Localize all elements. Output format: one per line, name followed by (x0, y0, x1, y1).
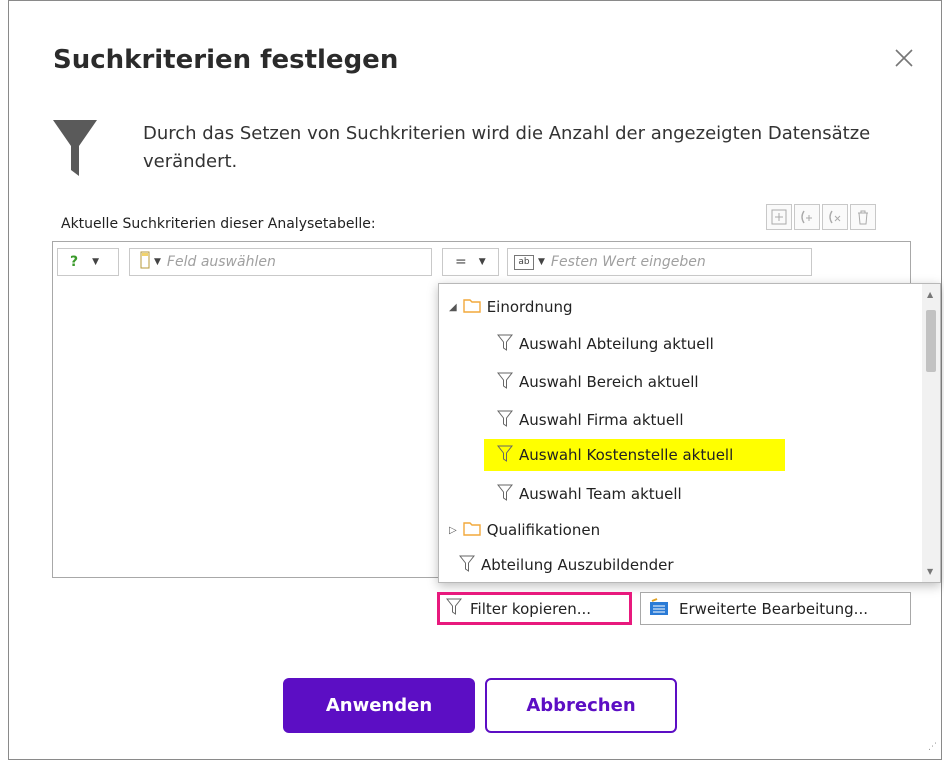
field-placeholder: Feld auswählen (166, 254, 276, 270)
funnel-icon (496, 334, 514, 355)
filter-copy-label: Filter kopieren... (470, 599, 592, 618)
tree-item-label: Auswahl Abteilung aktuell (519, 335, 714, 353)
tree-item-label: Qualifikationen (486, 521, 601, 539)
tree-item-label: Einordnung (486, 298, 573, 316)
chevron-down-icon: ▼ (92, 257, 100, 267)
trash-icon[interactable] (850, 204, 876, 230)
expand-triangle-icon: ◢ (449, 301, 457, 313)
scrollbar-thumb[interactable] (926, 310, 936, 372)
tree-item-auswahl-bereich[interactable]: Auswahl Bereich aktuell (496, 367, 699, 397)
funnel-icon (496, 445, 514, 466)
dialog-title: Suchkriterien festlegen (53, 45, 399, 75)
add-bracket-icon[interactable] (794, 204, 820, 230)
cancel-button[interactable]: Abbrechen (485, 678, 677, 733)
chevron-down-icon: ▼ (538, 257, 545, 267)
apply-button[interactable]: Anwenden (283, 678, 475, 733)
tree-item-label: Auswahl Team aktuell (519, 485, 682, 503)
funnel-icon (445, 598, 463, 619)
filter-copy-button[interactable]: Filter kopieren... (437, 592, 632, 625)
field-select[interactable]: ▼ Feld auswählen (129, 248, 432, 276)
filter-dropdown: ◢ Einordnung Auswahl Abteilung aktuell A… (438, 283, 941, 583)
chevron-down-icon: ▼ (478, 257, 486, 267)
criteria-toolbar (766, 204, 876, 230)
tree-item-label: Auswahl Firma aktuell (519, 411, 684, 429)
close-icon[interactable] (890, 44, 918, 72)
field-icon (140, 251, 150, 273)
tree-item-label: Auswahl Bereich aktuell (519, 373, 699, 391)
logic-operator-select[interactable]: ? ▼ (57, 248, 119, 276)
folder-icon (463, 521, 481, 540)
comparator-select[interactable]: = ▼ (442, 248, 499, 276)
tree-item-label: Abteilung Auszubildender (481, 556, 674, 574)
folder-einordnung[interactable]: ◢ Einordnung (449, 292, 573, 322)
extended-edit-button[interactable]: Erweiterte Bearbeitung... (640, 592, 911, 625)
comparator-symbol: = (455, 254, 467, 270)
funnel-icon (496, 372, 514, 393)
tree-item-auswahl-kostenstelle[interactable]: Auswahl Kostenstelle aktuell (484, 439, 785, 471)
dropdown-scrollbar[interactable]: ▲ ▼ (922, 284, 940, 582)
folder-qualifikationen[interactable]: ▷ Qualifikationen (449, 515, 600, 545)
funnel-icon (496, 410, 514, 431)
funnel-icon (52, 118, 98, 182)
funnel-icon (496, 484, 514, 505)
tree-item-auswahl-firma[interactable]: Auswahl Firma aktuell (496, 405, 684, 435)
criteria-label: Aktuelle Suchkriterien dieser Analysetab… (61, 216, 376, 232)
operator-question-mark: ? (70, 254, 79, 270)
add-criteria-icon[interactable] (766, 204, 792, 230)
funnel-icon (458, 555, 476, 576)
extended-edit-label: Erweiterte Bearbeitung... (679, 599, 868, 618)
tree-item-abteilung-auszubildender[interactable]: Abteilung Auszubildender (458, 550, 674, 580)
folder-icon (463, 298, 481, 317)
tree-item-label: Auswahl Kostenstelle aktuell (519, 446, 734, 464)
edit-table-icon (649, 597, 669, 620)
chevron-down-icon: ▼ (154, 257, 161, 267)
collapse-triangle-icon: ▷ (449, 524, 457, 536)
scroll-up-icon[interactable]: ▲ (927, 290, 933, 299)
value-placeholder: Festen Wert eingeben (550, 254, 706, 270)
dialog-description: Durch das Setzen von Suchkriterien wird … (143, 123, 871, 172)
value-input[interactable]: ab ▼ Festen Wert eingeben (507, 248, 812, 276)
remove-bracket-icon[interactable] (822, 204, 848, 230)
tree-item-auswahl-abteilung[interactable]: Auswahl Abteilung aktuell (496, 329, 714, 359)
scroll-down-icon[interactable]: ▼ (927, 567, 933, 576)
text-type-icon: ab (514, 254, 534, 270)
resize-grip-icon[interactable]: ⋰ (928, 742, 937, 752)
tree-item-auswahl-team[interactable]: Auswahl Team aktuell (496, 479, 682, 509)
